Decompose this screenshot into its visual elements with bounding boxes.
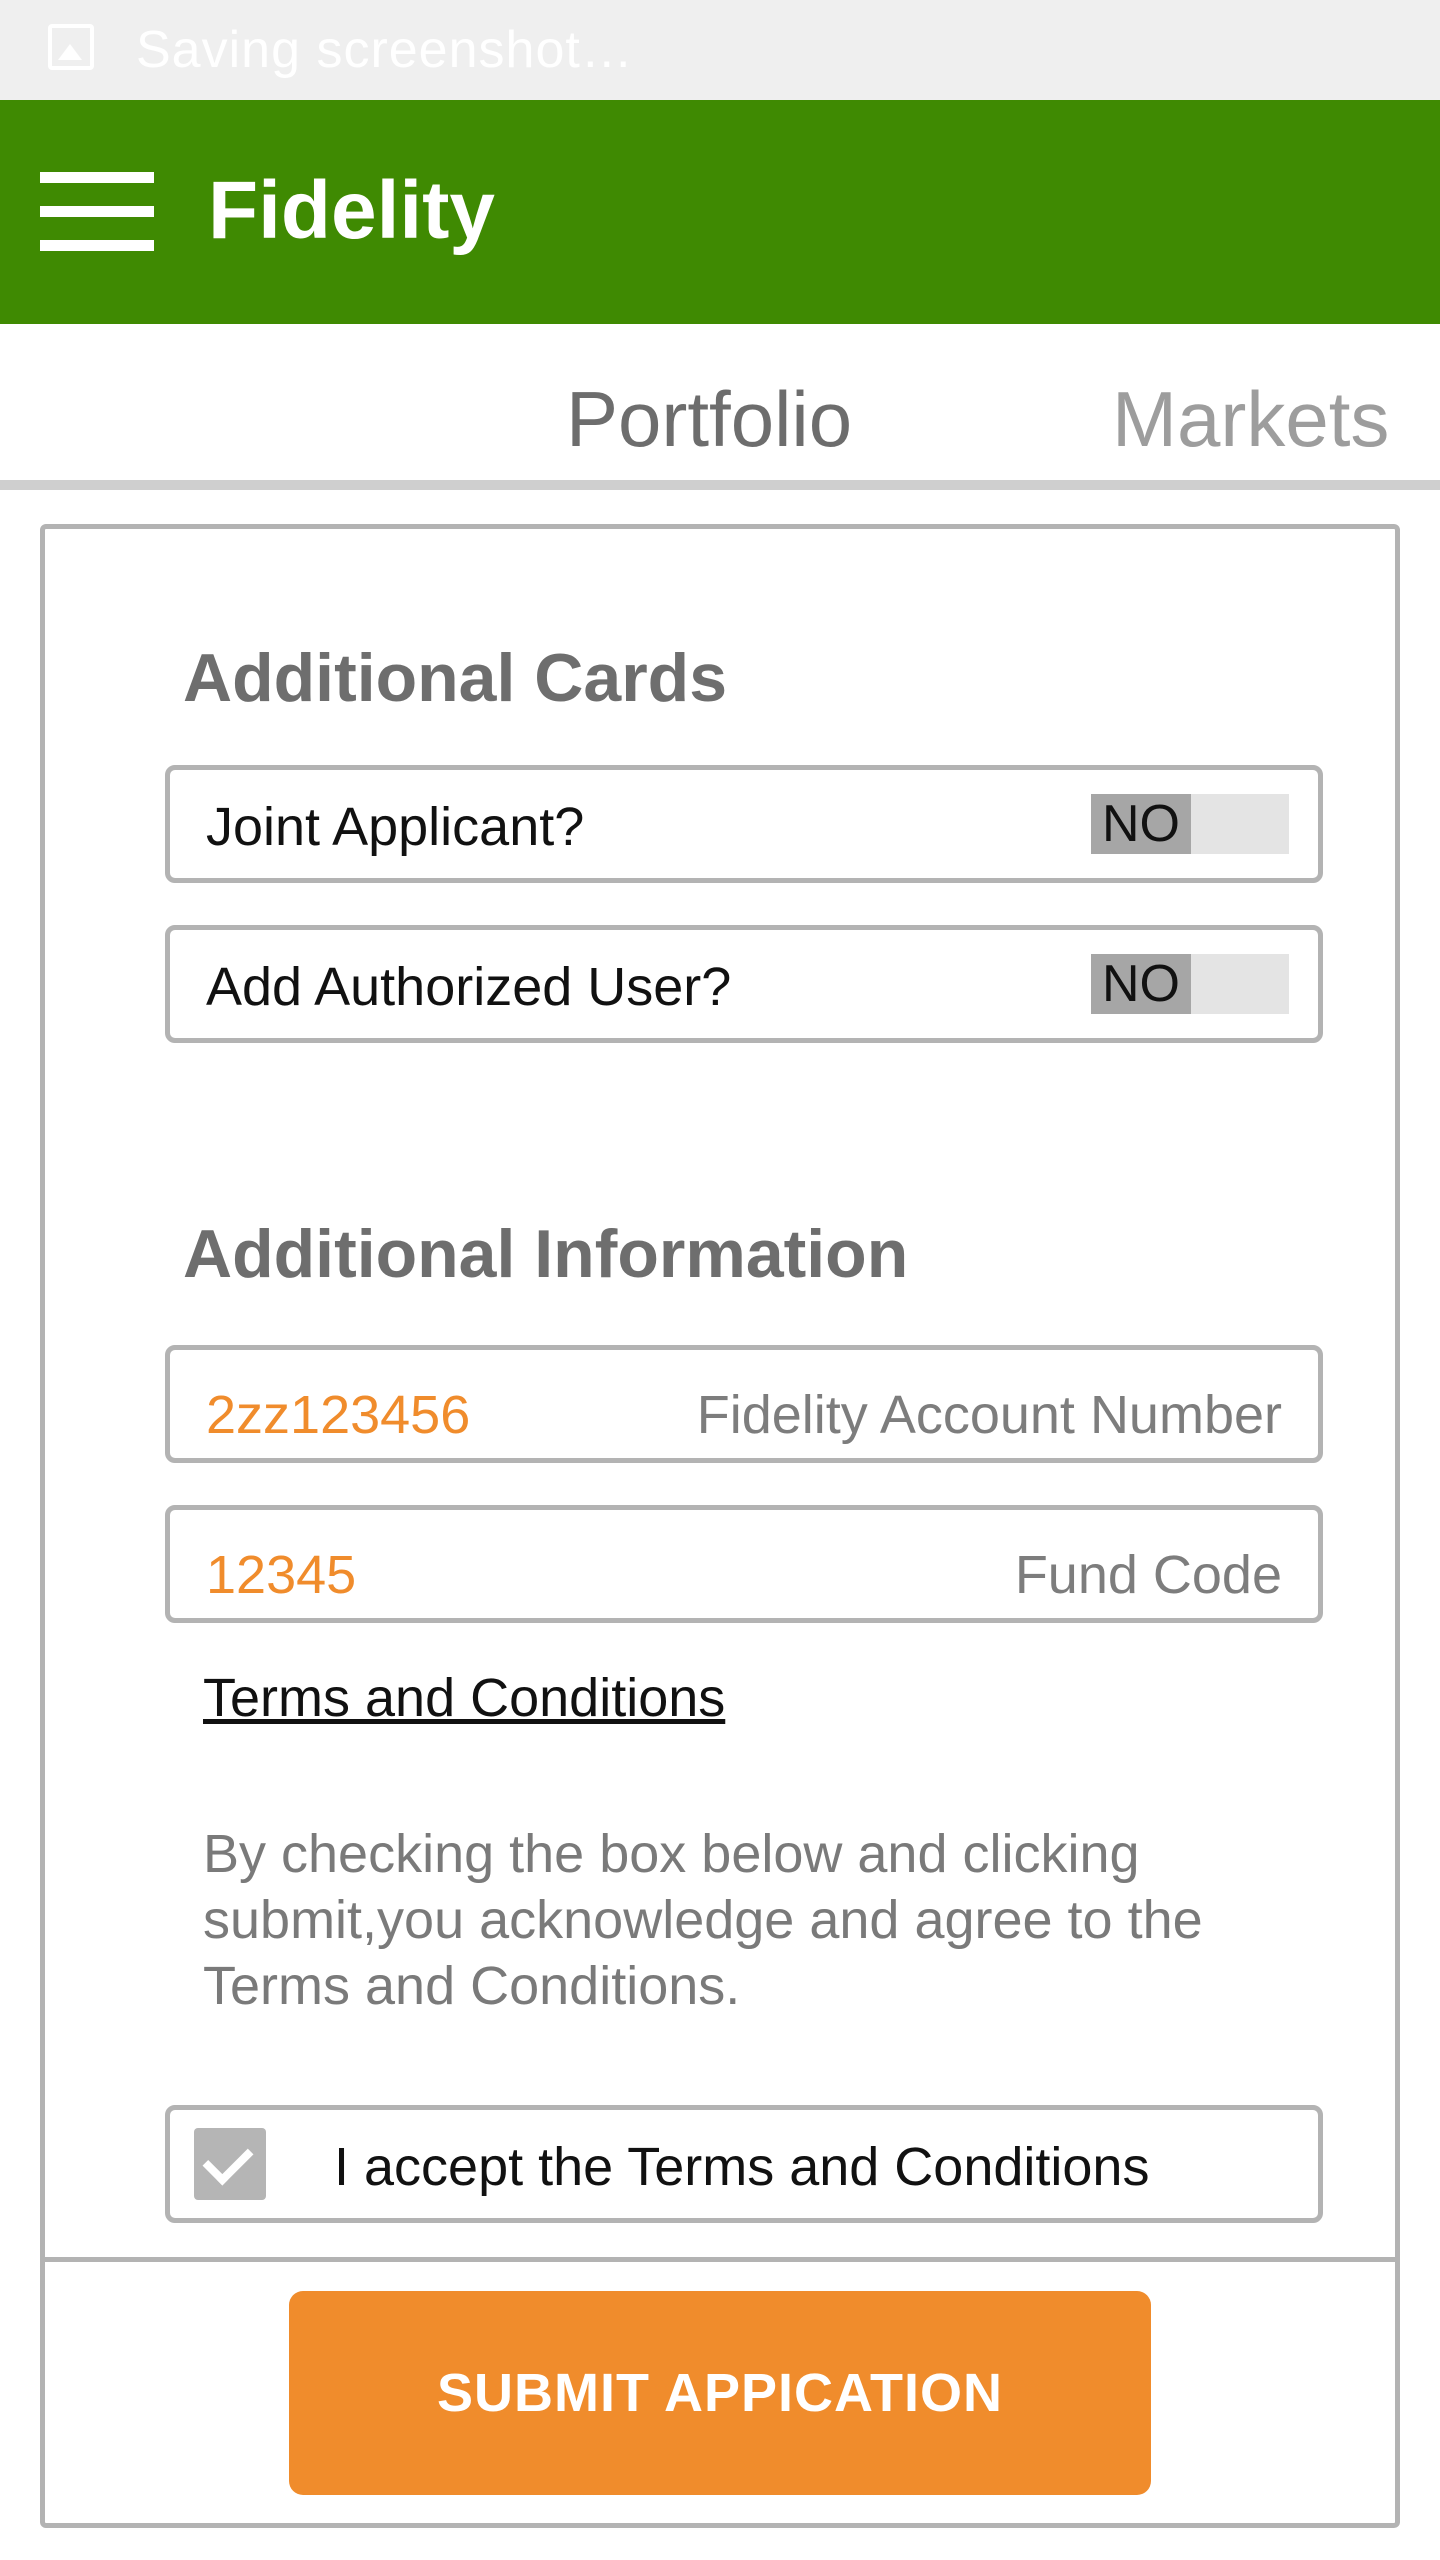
app-title: Fidelity [208, 165, 496, 256]
terms-link[interactable]: Terms and Conditions [203, 1667, 725, 1729]
submit-application-button[interactable]: SUBMIT APPICATION [289, 2291, 1151, 2495]
accept-terms-label: I accept the Terms and Conditions [334, 2137, 1150, 2197]
status-text: Saving screenshot… [136, 21, 634, 79]
accept-terms-row[interactable]: I accept the Terms and Conditions [165, 2105, 1323, 2223]
image-icon [48, 24, 94, 70]
tab-portfolio[interactable]: Portfolio [566, 374, 852, 465]
fund-code-field[interactable]: 12345 Fund Code [165, 1505, 1323, 1623]
tab-markets[interactable]: Markets [1112, 374, 1389, 465]
hamburger-menu-icon[interactable] [40, 172, 154, 252]
joint-applicant-label: Joint Applicant? [206, 797, 585, 857]
authorized-user-toggle[interactable]: NO [1091, 954, 1289, 1014]
toggle-state: NO [1091, 954, 1191, 1014]
additional-information-title: Additional Information [183, 1216, 909, 1292]
fund-code-hint: Fund Code [1014, 1545, 1282, 1605]
tab-bar: Portfolio Markets [0, 324, 1440, 490]
account-number-field[interactable]: 2zz123456 Fidelity Account Number [165, 1345, 1323, 1463]
app-bar: Fidelity [0, 100, 1440, 324]
accept-terms-checkbox[interactable] [194, 2128, 266, 2200]
account-number-value: 2zz123456 [206, 1385, 471, 1445]
joint-applicant-row: Joint Applicant? NO [165, 765, 1323, 883]
toggle-state: NO [1091, 794, 1191, 854]
status-bar: Saving screenshot… [0, 0, 1440, 100]
divider [45, 2257, 1395, 2262]
additional-cards-title: Additional Cards [183, 640, 728, 716]
fund-code-value: 12345 [206, 1545, 357, 1605]
application-form-card: Additional Cards Joint Applicant? NO Add… [40, 524, 1400, 2528]
authorized-user-label: Add Authorized User? [206, 957, 732, 1017]
terms-text: By checking the box below and clicking s… [203, 1824, 1203, 2016]
account-number-hint: Fidelity Account Number [696, 1385, 1282, 1445]
joint-applicant-toggle[interactable]: NO [1091, 794, 1289, 854]
authorized-user-row: Add Authorized User? NO [165, 925, 1323, 1043]
